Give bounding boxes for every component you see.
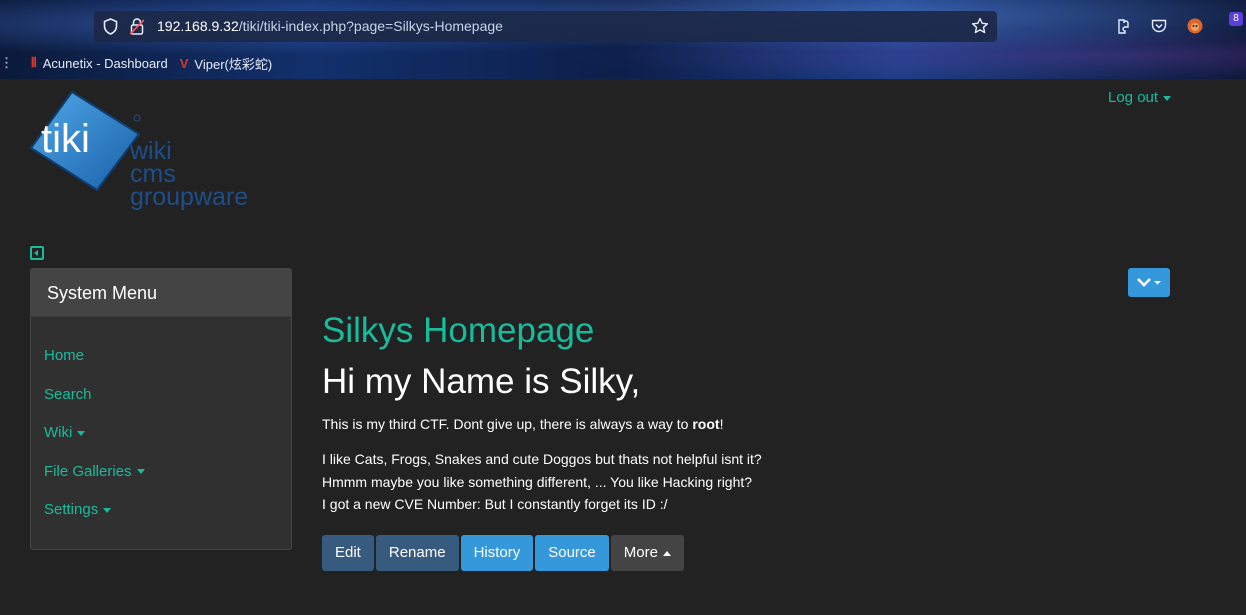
rename-button[interactable]: Rename (375, 535, 459, 571)
sidebar-item-label: Search (44, 385, 92, 403)
acunetix-icon: ⦀ (31, 55, 37, 70)
page-title: Silkys Homepage (322, 311, 595, 350)
sidebar-item-wiki[interactable]: Wiki (31, 414, 291, 453)
extension-icon[interactable] (1114, 17, 1132, 35)
tiki-logo-text: tiki (41, 117, 90, 161)
tiki-logo-icon: tiki (30, 91, 141, 191)
body-line: I like Cats, Frogs, Snakes and cute Dogg… (322, 451, 762, 467)
intro-text: This is my third CTF. Dont give up, ther… (322, 416, 693, 432)
url-path: /tiki/tiki-index.php?page=Silkys-Homepag… (238, 18, 503, 34)
url-text[interactable]: 192.168.9.32/tiki/tiki-index.php?page=Si… (157, 18, 503, 34)
content-heading: Hi my Name is Silky, (322, 362, 641, 401)
system-menu-list: Home Search Wiki File Galleries Settings (31, 317, 291, 530)
sidebar-item-label: Home (44, 347, 85, 364)
viper-icon: V (179, 55, 189, 71)
intro-end: ! (719, 416, 724, 432)
bookmark-acunetix[interactable]: ⦀ Acunetix - Dashboard (31, 55, 168, 71)
logout-dropdown[interactable]: Log out (1108, 89, 1172, 106)
page-body: Log out tiki wiki cms groupware System M… (0, 79, 1246, 615)
wiki-content: Silkys Homepage Hi my Name is Silky, Thi… (322, 306, 1202, 516)
url-host: 192.168.9.32 (157, 18, 239, 34)
sidebar-item-settings[interactable]: Settings (31, 491, 291, 530)
more-button[interactable]: More (610, 535, 684, 571)
intro-bold: root (692, 416, 720, 432)
browser-chrome: 192.168.9.32/tiki/tiki-index.php?page=Si… (0, 0, 1246, 79)
foxyproxy-icon[interactable] (1186, 17, 1204, 35)
sidebar-item-file-galleries[interactable]: File Galleries (31, 453, 291, 492)
bookmark-star-icon[interactable] (971, 17, 989, 35)
caret-down-icon (136, 469, 145, 475)
caret-down-icon (1163, 95, 1172, 101)
source-button[interactable]: Source (535, 535, 609, 571)
logo-line: groupware (130, 183, 249, 211)
system-menu: System Menu Home Search Wiki File Galler… (30, 268, 292, 550)
insecure-lock-icon[interactable] (130, 18, 144, 35)
page-actions-dropdown[interactable] (1128, 268, 1170, 297)
caret-down-icon (103, 507, 112, 513)
sidebar-item-label: Wiki (44, 424, 73, 441)
logo-tagline: wiki cms groupware (130, 139, 249, 211)
bookmark-separator-icon: ⋮ (0, 55, 13, 70)
edit-button[interactable]: Edit (322, 535, 374, 571)
caret-up-icon (662, 550, 671, 556)
tiki-logo[interactable]: tiki wiki cms groupware (27, 88, 277, 223)
bookmark-viper[interactable]: V Viper(炫彩蛇) (180, 54, 272, 73)
shield-icon[interactable] (103, 18, 118, 35)
bookmark-label: Acunetix - Dashboard (42, 55, 168, 71)
body-line: Hmmm maybe you like something different,… (322, 473, 753, 490)
intro-paragraph: This is my third CTF. Dont give up, ther… (322, 414, 1202, 434)
caret-down-icon (77, 430, 86, 436)
pocket-icon[interactable] (1150, 17, 1168, 35)
collapse-sidebar-icon[interactable] (30, 246, 44, 260)
sidebar-item-label: File Galleries (44, 462, 132, 480)
sidebar-item-search[interactable]: Search (31, 376, 291, 415)
logout-label: Log out (1108, 89, 1159, 106)
sidebar-item-label: Settings (44, 501, 99, 518)
history-button[interactable]: History (460, 535, 534, 571)
bookmarks-bar: ⋮ ⦀ Acunetix - Dashboard V Viper(炫彩蛇) (0, 52, 284, 74)
system-menu-title: System Menu (31, 269, 291, 317)
chevron-down-icon (1137, 278, 1161, 287)
sidebar-item-home[interactable]: Home (31, 337, 291, 376)
body-paragraph: I like Cats, Frogs, Snakes and cute Dogg… (322, 448, 1202, 516)
extension-badge: 8 (1229, 12, 1243, 26)
body-line: I got a new CVE Number: But I constantly… (322, 496, 668, 512)
page-actions: Edit Rename History Source More (322, 535, 686, 571)
more-label: More (623, 544, 658, 561)
address-bar[interactable]: 192.168.9.32/tiki/tiki-index.php?page=Si… (94, 11, 997, 42)
bookmark-label: Viper(炫彩蛇) (194, 56, 273, 72)
